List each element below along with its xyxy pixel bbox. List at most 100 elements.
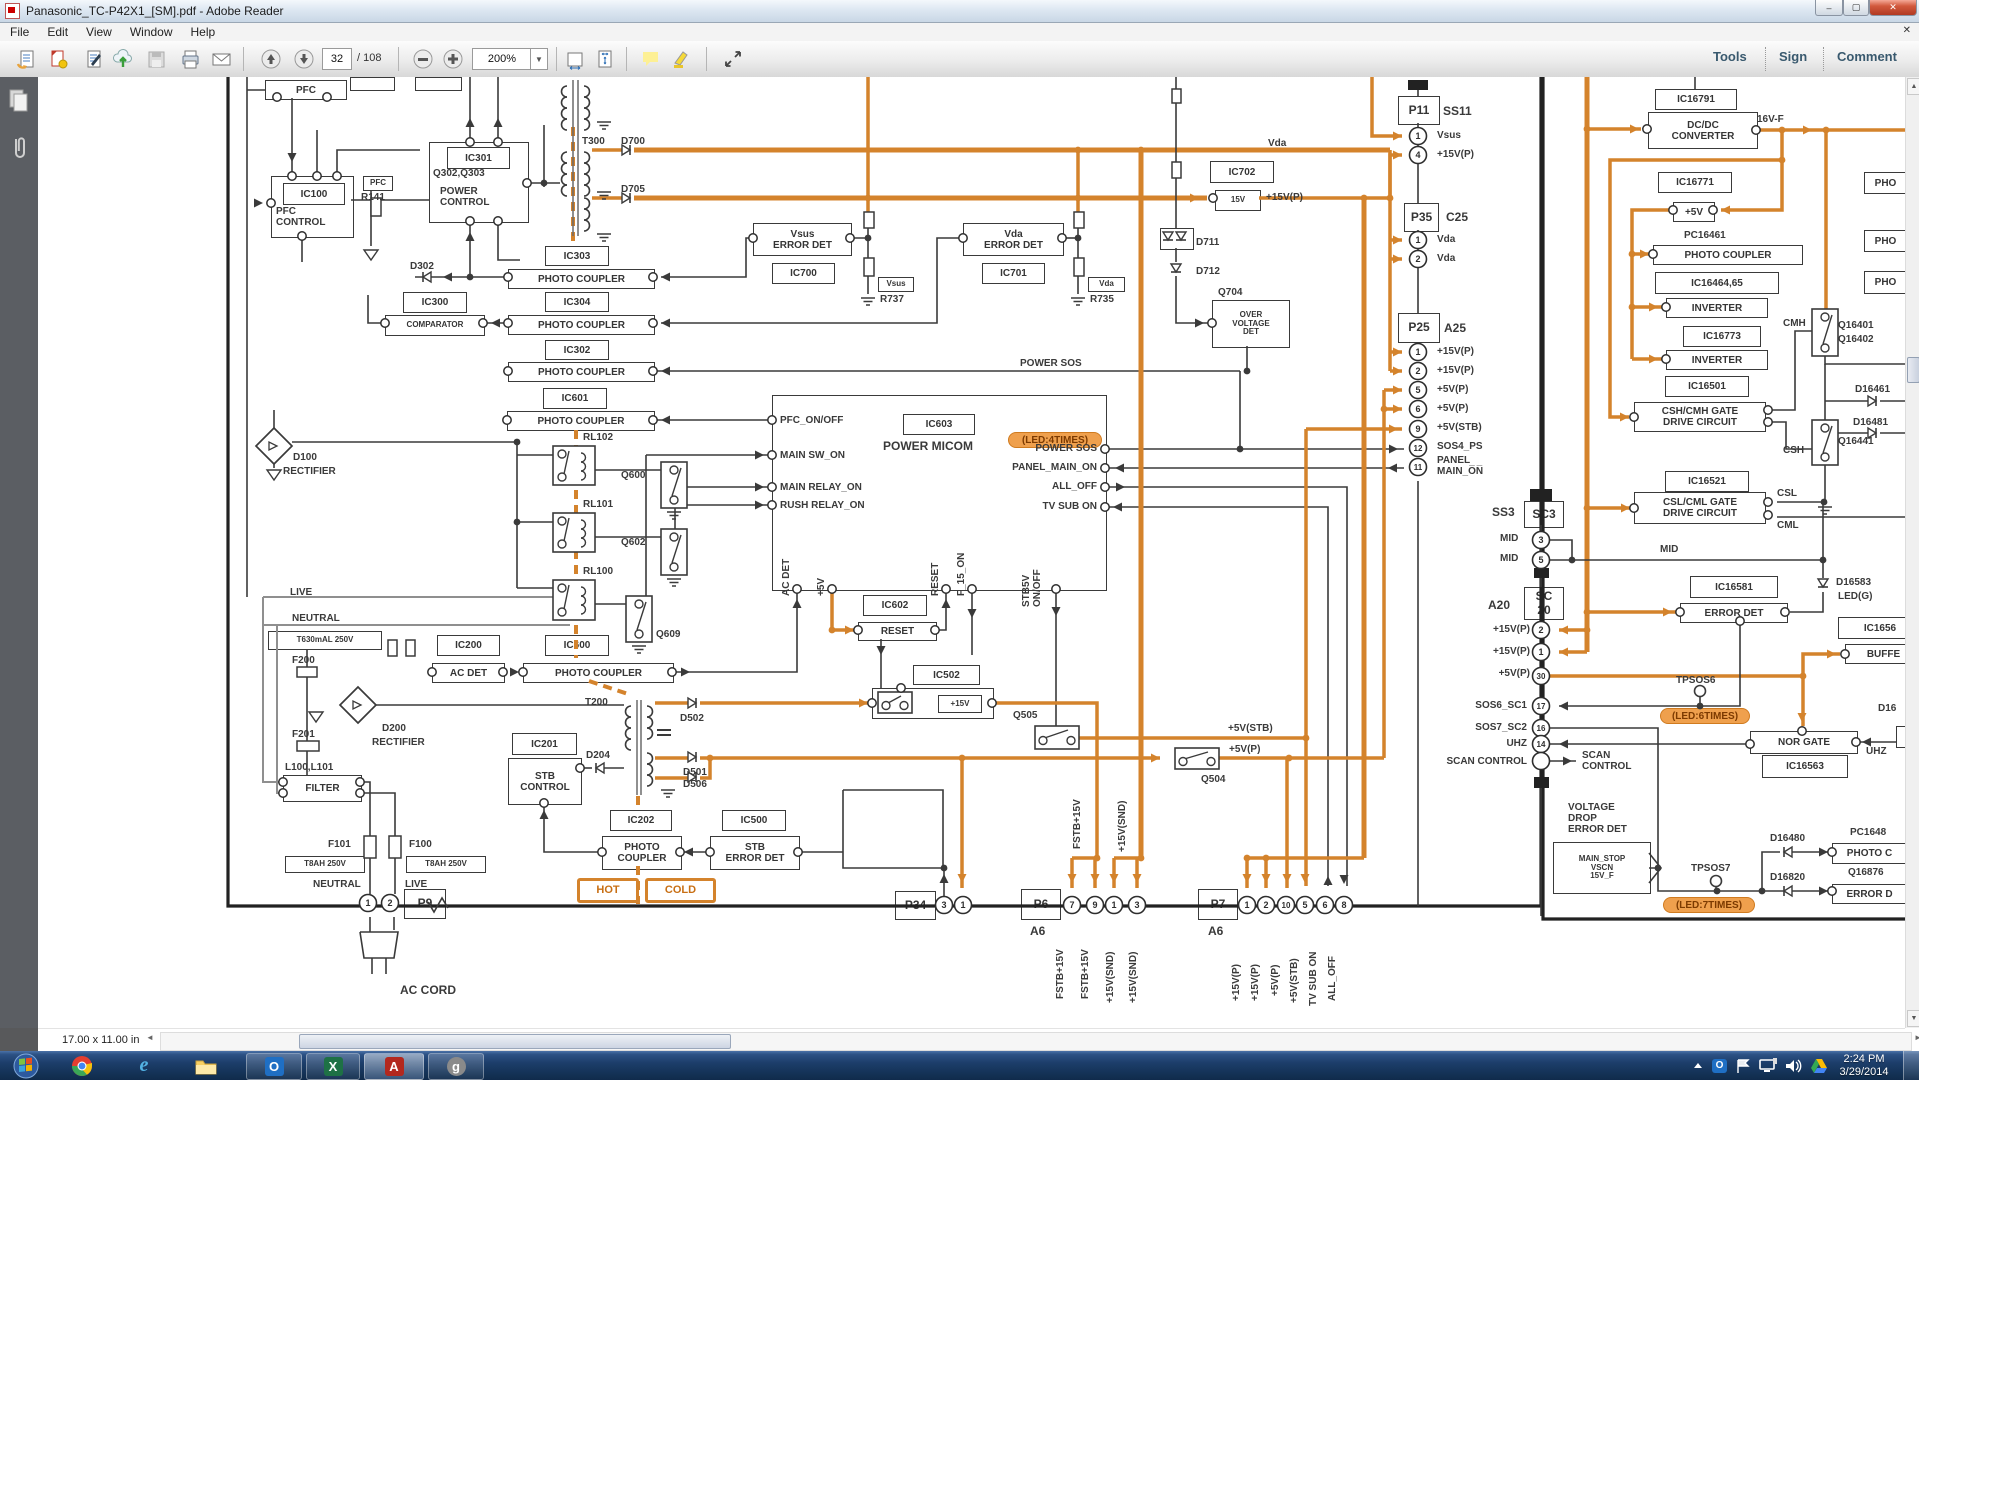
component-pin [1709, 206, 1717, 214]
wire-arrow [1133, 874, 1142, 883]
menu-view[interactable]: View [78, 24, 120, 40]
print-icon[interactable] [177, 46, 203, 72]
relay-symbol [558, 450, 566, 458]
junction-dot [865, 235, 872, 242]
schem-label-rl102: RL102 [583, 432, 613, 443]
component-pin [1746, 740, 1754, 748]
zoom-dropdown-arrow[interactable]: ▼ [530, 48, 548, 70]
save-icon[interactable] [143, 46, 169, 72]
taskbar-outlook[interactable]: O [246, 1053, 302, 1080]
system-tray[interactable]: O 2:24 PM 3/29/2014 [1690, 1051, 1919, 1080]
taskbar-internet-explorer[interactable]: e [126, 1053, 162, 1078]
wire [360, 793, 395, 836]
taskbar-chrome[interactable] [64, 1053, 100, 1078]
switch-symbol [670, 533, 678, 541]
highlight-icon[interactable] [668, 46, 694, 72]
component-pin [499, 668, 507, 676]
action-center-flag-icon[interactable] [1733, 1057, 1753, 1075]
minimize-button[interactable]: – [1815, 0, 1843, 16]
scroll-left-arrow[interactable]: ◄ [146, 1033, 154, 1042]
document-canvas[interactable]: PFCIC100PFCIC301IC303PHOTO COUPLERIC300C… [38, 77, 1905, 1028]
email-icon[interactable] [208, 46, 234, 72]
schem-label-alloff: ALL_OFF [1327, 956, 1338, 1001]
export-doc-icon[interactable] [45, 46, 71, 72]
volume-icon[interactable] [1783, 1057, 1805, 1075]
menu-window[interactable]: Window [122, 24, 181, 40]
diode-symbol [688, 698, 696, 708]
schem-label-q600: Q600 [621, 470, 645, 481]
windows-taskbar[interactable]: O 2:24 PM 3/29/2014 eOXAg [0, 1051, 1919, 1080]
component-pin [1764, 418, 1772, 426]
schem-label-uhz: UHZ [1866, 746, 1887, 757]
menu-help[interactable]: Help [183, 24, 224, 40]
horizontal-scroll-thumb[interactable] [299, 1034, 731, 1049]
junction-dot [1629, 251, 1636, 258]
vertical-scrollbar[interactable]: ▲ ▼ [1905, 77, 1919, 1028]
wire [277, 625, 283, 793]
fit-width-icon[interactable] [562, 46, 588, 72]
connector-pin [1533, 753, 1550, 770]
network-icon[interactable] [1757, 1057, 1779, 1075]
schem-label-+15vp: +15V(P) [1250, 964, 1261, 1001]
schem-label-f200: F200 [292, 655, 315, 666]
switch-symbol [1039, 737, 1047, 745]
page-down-icon[interactable] [291, 46, 317, 72]
page-number-input[interactable]: 32 [322, 48, 352, 70]
open-doc-icon[interactable] [13, 46, 39, 72]
attachments-paperclip-icon[interactable] [7, 135, 31, 161]
tab-comment[interactable]: Comment [1837, 49, 1897, 64]
title-bar[interactable]: Panasonic_TC-P42X1_[SM].pdf - Adobe Read… [0, 0, 1919, 23]
schem-label-d100: D100 [293, 452, 317, 463]
fit-page-icon[interactable] [592, 46, 618, 72]
taskbar-clock[interactable]: 2:24 PM 3/29/2014 [1829, 1053, 1899, 1079]
junction-dot [1800, 673, 1807, 680]
component-pin [649, 367, 657, 375]
tab-tools[interactable]: Tools [1713, 49, 1747, 64]
tab-sign[interactable]: Sign [1779, 49, 1807, 64]
gdrive-icon[interactable] [1809, 1057, 1829, 1075]
close-button[interactable]: ✕ [1869, 0, 1917, 16]
junction-dot [959, 755, 966, 762]
wire [661, 238, 963, 323]
zoom-in-icon[interactable] [440, 46, 466, 72]
expand-icon[interactable] [720, 46, 746, 72]
vertical-scroll-thumb[interactable] [1907, 357, 1919, 383]
outlook-tray-icon[interactable]: O [1712, 1059, 1727, 1073]
scroll-up-arrow[interactable]: ▲ [1907, 78, 1919, 95]
show-desktop-button[interactable] [1903, 1051, 1919, 1080]
navigation-sidebar[interactable] [0, 77, 39, 1051]
maximize-button[interactable]: ▢ [1843, 0, 1869, 16]
hidden-icons-arrow[interactable] [1690, 1058, 1706, 1074]
schem-label-alloff: ALL_OFF [1052, 481, 1097, 492]
taskbar-start-button[interactable] [8, 1053, 44, 1078]
taskbar-explorer-folder[interactable] [188, 1053, 224, 1078]
comment-bubble-icon[interactable] [638, 46, 664, 72]
wire [832, 589, 858, 630]
taskbar-adobe-reader[interactable]: A [364, 1053, 424, 1080]
component-pin [1052, 585, 1060, 593]
pin-number: 1 [1538, 647, 1543, 657]
page-up-icon[interactable] [258, 46, 284, 72]
cloud-upload-icon[interactable] [110, 46, 136, 72]
relay-symbol [558, 608, 566, 616]
zoom-out-icon[interactable] [410, 46, 436, 72]
taskbar-excel[interactable]: X [306, 1053, 360, 1080]
component-pin [540, 799, 548, 807]
menu-file[interactable]: File [2, 24, 37, 40]
schem-label-t300: T300 [582, 136, 605, 147]
menu-edit[interactable]: Edit [39, 24, 76, 40]
close-document-icon[interactable]: ✕ [1903, 25, 1911, 36]
transformer-winding [584, 86, 590, 97]
zoom-level-input[interactable]: 200% [472, 48, 532, 70]
wire [589, 681, 628, 694]
schem-label-sos7sc2: SOS7_SC2 [1475, 722, 1527, 733]
page-thumbnails-icon[interactable] [7, 87, 31, 113]
component-pin [668, 668, 676, 676]
component-pin [1101, 483, 1109, 491]
component-pin [504, 319, 512, 327]
sign-doc-icon[interactable] [80, 46, 106, 72]
taskbar-gimp[interactable]: g [428, 1053, 484, 1080]
horizontal-scrollbar[interactable] [160, 1032, 1912, 1051]
switch-symbol [1821, 344, 1829, 352]
scroll-down-arrow[interactable]: ▼ [1907, 1010, 1919, 1027]
